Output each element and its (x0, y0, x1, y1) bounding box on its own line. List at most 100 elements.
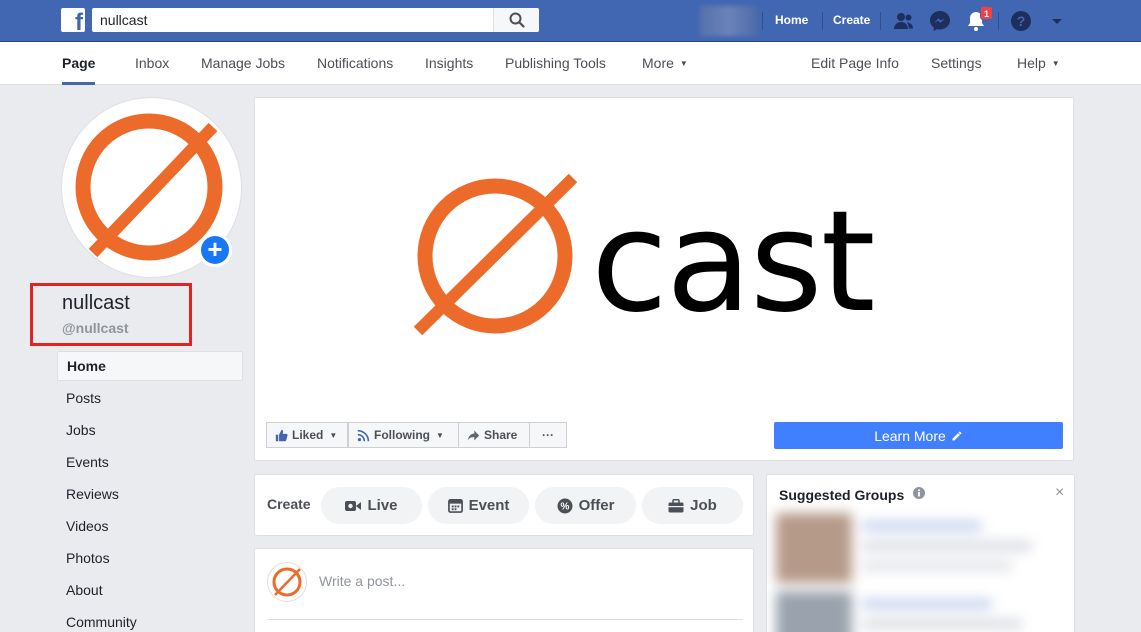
learn-more-button[interactable]: Learn More (774, 422, 1063, 449)
tab-page[interactable]: Page (62, 42, 96, 85)
side-nav-item-about[interactable]: About (57, 575, 243, 607)
page-side-nav: Home Posts Jobs Events Reviews Videos Ph… (57, 351, 243, 632)
friend-requests-icon[interactable] (892, 9, 916, 33)
tab-help[interactable]: Help ▼ (1017, 42, 1060, 85)
top-bar: f Home Create 1 ? (0, 0, 1141, 42)
suggested-groups-card: Suggested Groups × (766, 474, 1075, 632)
create-event-button[interactable]: Event (428, 487, 529, 524)
divider (267, 619, 743, 620)
page-nav: Page Inbox Manage Jobs Notifications Ins… (0, 42, 1141, 85)
suggested-group-item[interactable] (776, 589, 1044, 632)
side-nav-item-reviews[interactable]: Reviews (57, 479, 243, 511)
page-avatar (267, 562, 307, 602)
share-button[interactable]: Share (458, 422, 530, 448)
suggested-groups-title: Suggested Groups (779, 487, 905, 503)
share-arrow-icon (467, 430, 480, 440)
following-label: Following (374, 428, 430, 442)
rss-feed-icon (357, 429, 370, 441)
svg-text:%: % (560, 501, 569, 512)
caret-down-icon: ▼ (436, 430, 444, 440)
tab-notifications[interactable]: Notifications (317, 42, 393, 85)
video-camera-icon (345, 500, 362, 511)
tab-label: Insights (425, 55, 474, 71)
side-nav-item-posts[interactable]: Posts (57, 383, 243, 415)
suggested-group-item[interactable] (776, 509, 1044, 587)
search-button[interactable] (493, 8, 539, 32)
tab-inbox[interactable]: Inbox (135, 42, 169, 85)
tab-label: Inbox (135, 55, 170, 71)
more-options-icon: ··· (542, 428, 554, 442)
tab-label: More (642, 55, 674, 71)
calendar-icon (447, 499, 463, 513)
cover-photo[interactable]: cast (255, 98, 1073, 408)
side-nav-item-jobs[interactable]: Jobs (57, 415, 243, 447)
tab-insights[interactable]: Insights (425, 42, 473, 85)
more-options-button[interactable]: ··· (529, 422, 567, 448)
side-nav-item-events[interactable]: Events (57, 447, 243, 479)
facebook-logo-icon[interactable]: f (61, 8, 85, 32)
liked-label: Liked (292, 428, 324, 442)
group-name (862, 599, 992, 609)
liked-button[interactable]: Liked ▼ (266, 422, 348, 448)
notification-count-badge: 1 (980, 6, 993, 20)
group-thumbnail (776, 513, 852, 583)
following-button[interactable]: Following ▼ (348, 422, 459, 448)
tab-label: Publishing Tools (505, 55, 606, 71)
cover-brand-word: cast (591, 181, 874, 344)
tab-label: Edit Page Info (811, 55, 899, 71)
tab-label: Help (1017, 55, 1046, 71)
tab-publishing-tools[interactable]: Publishing Tools (505, 42, 606, 85)
tab-label: Page (62, 55, 96, 71)
create-event-label: Event (468, 497, 510, 514)
create-live-button[interactable]: Live (321, 487, 422, 524)
divider (998, 12, 999, 30)
home-link[interactable]: Home (765, 0, 818, 42)
divider (762, 12, 763, 30)
group-meta (862, 561, 1012, 571)
help-icon[interactable]: ? (1009, 9, 1033, 33)
caret-down-icon: ▼ (1051, 59, 1060, 68)
plus-icon: + (201, 236, 229, 264)
tab-manage-jobs[interactable]: Manage Jobs (201, 42, 285, 85)
offer-tag-icon: % (557, 498, 573, 513)
search-input[interactable] (92, 8, 493, 32)
messenger-icon[interactable] (928, 9, 952, 33)
create-offer-button[interactable]: % Offer (535, 487, 636, 524)
user-profile-link[interactable] (700, 6, 758, 36)
thumbs-up-icon (275, 429, 288, 441)
nullcast-logo-icon (413, 173, 578, 336)
side-nav-item-community[interactable]: Community (57, 607, 243, 632)
create-offer-label: Offer (578, 497, 615, 514)
close-icon[interactable]: × (1055, 484, 1064, 502)
briefcase-icon (668, 498, 684, 512)
create-link[interactable]: Create (823, 0, 880, 42)
nullcast-logo-icon (272, 567, 302, 597)
create-job-button[interactable]: Job (642, 487, 743, 524)
side-nav-item-photos[interactable]: Photos (57, 543, 243, 575)
create-job-label: Job (690, 497, 717, 514)
side-nav-item-home[interactable]: Home (57, 351, 243, 381)
page-handle[interactable]: @nullcast (62, 320, 129, 336)
write-post-input[interactable]: Write a post... (319, 573, 405, 589)
create-live-label: Live (367, 497, 398, 514)
group-meta (862, 541, 1032, 551)
tab-settings[interactable]: Settings (931, 42, 982, 85)
group-thumbnail (776, 591, 852, 632)
tab-edit-page-info[interactable]: Edit Page Info (811, 42, 899, 85)
page-name[interactable]: nullcast (62, 292, 130, 315)
side-nav-item-videos[interactable]: Videos (57, 511, 243, 543)
search-icon (509, 12, 525, 28)
caret-down-icon: ▼ (679, 59, 688, 68)
create-label: Create (267, 496, 311, 512)
tab-more[interactable]: More ▼ (642, 42, 688, 85)
update-profile-picture-button[interactable]: + (198, 233, 232, 267)
group-name (862, 521, 982, 531)
cover-card: cast Liked ▼ Following ▼ Share ··· Learn… (254, 97, 1074, 461)
tab-label: Settings (931, 55, 982, 71)
tab-label: Notifications (317, 55, 394, 71)
group-meta (862, 619, 1022, 629)
share-label: Share (484, 428, 518, 442)
account-menu-chevron-icon[interactable] (1045, 9, 1069, 33)
info-icon[interactable] (913, 487, 925, 499)
svg-text:?: ? (1017, 13, 1026, 29)
